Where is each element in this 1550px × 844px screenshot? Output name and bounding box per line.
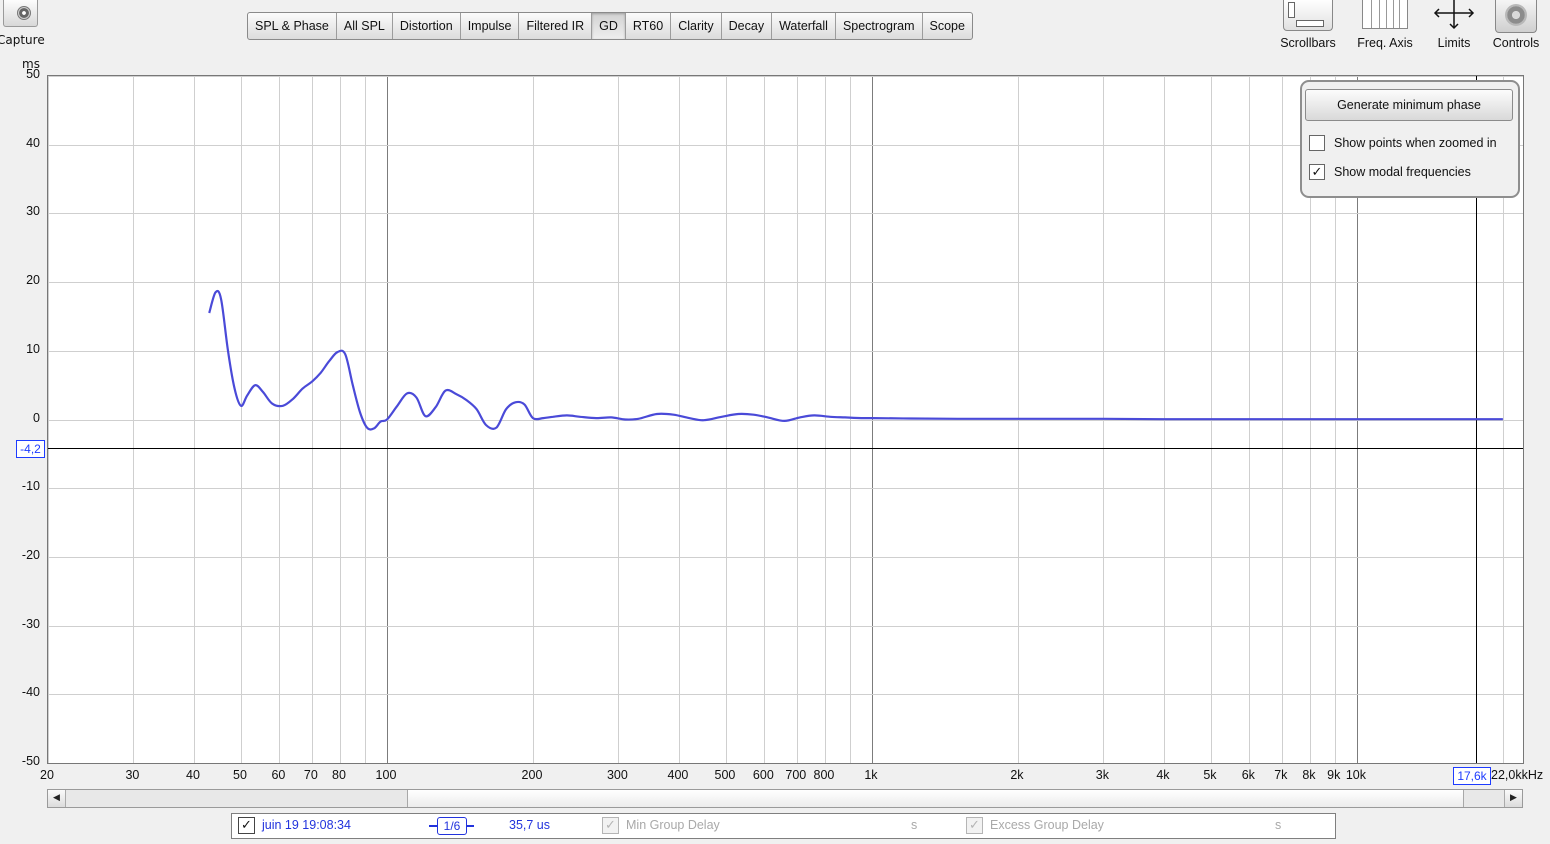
controls-button[interactable]: Controls: [1493, 0, 1539, 50]
x-tick-label: 9k: [1327, 768, 1341, 782]
tab-rt60[interactable]: RT60: [626, 13, 672, 39]
freq-axis-button[interactable]: Freq. Axis: [1352, 0, 1418, 50]
x-tick-label: 8k: [1302, 768, 1316, 782]
tab-clarity[interactable]: Clarity: [671, 13, 722, 39]
x-tick-label: 300: [606, 768, 628, 782]
x-tick-label: 800: [813, 768, 835, 782]
scrollbars-icon: [1283, 0, 1333, 31]
measurement-legend: ✓ juin 19 19:08:34 1/6 35,7 us ✓ Min Gro…: [231, 813, 1336, 839]
min-group-delay-unit: s: [911, 818, 918, 832]
measurement-checkbox[interactable]: ✓: [238, 817, 255, 834]
y-tick-label: -40: [21, 685, 40, 700]
excess-group-delay-label: Excess Group Delay: [990, 818, 1104, 832]
tab-distortion[interactable]: Distortion: [393, 13, 461, 39]
x-tick-label-max: 22,0k: [1491, 768, 1522, 782]
tab-decay[interactable]: Decay: [722, 13, 773, 39]
tab-all-spl[interactable]: All SPL: [337, 13, 393, 39]
smoothing-line-right: [466, 825, 474, 827]
x-tick-label: 40: [186, 768, 200, 782]
smoothing-line-left: [429, 825, 437, 827]
y-tick-label: 40: [26, 135, 40, 150]
y-tick-label: -10: [21, 479, 40, 494]
x-tick-label: 2k: [1010, 768, 1024, 782]
x-tick-label: 1k: [864, 768, 878, 782]
cursor-value: 35,7 us: [509, 818, 551, 832]
x-tick-label: 3k: [1095, 768, 1109, 782]
cursor-y-readout: -4,2: [16, 440, 45, 458]
scrollbar-thumb[interactable]: [407, 790, 1464, 807]
y-tick-label: 50: [26, 67, 40, 81]
show-modal-option[interactable]: ✓ Show modal frequencies: [1309, 164, 1471, 180]
scrollbars-button[interactable]: Scrollbars: [1277, 0, 1339, 50]
gear-icon: [1495, 0, 1537, 33]
excess-group-delay-checkbox[interactable]: ✓: [966, 817, 983, 834]
min-group-delay-label: Min Group Delay: [626, 818, 720, 832]
x-tick-label: 600: [752, 768, 774, 782]
limits-arrows-icon: [1432, 0, 1476, 30]
x-tick-label: 6k: [1241, 768, 1255, 782]
limits-label: Limits: [1437, 36, 1471, 50]
controls-label: Controls: [1492, 36, 1540, 50]
tab-impulse[interactable]: Impulse: [461, 13, 520, 39]
y-tick-label: 20: [26, 273, 40, 288]
scroll-left-button[interactable]: ◀: [48, 790, 66, 807]
tab-filtered-ir[interactable]: Filtered IR: [519, 13, 593, 39]
capture-button[interactable]: Capture: [0, 0, 45, 52]
show-points-checkbox[interactable]: [1309, 135, 1325, 151]
capture-button-frame[interactable]: [3, 0, 38, 27]
generate-minimum-phase-button[interactable]: Generate minimum phase: [1305, 89, 1513, 121]
tab-gd[interactable]: GD: [592, 13, 626, 39]
tab-waterfall[interactable]: Waterfall: [772, 13, 836, 39]
group-delay-trace-0: [208, 289, 1503, 431]
x-tick-label: 500: [714, 768, 736, 782]
x-axis-unit: 22,0kkHz: [1491, 768, 1543, 782]
graph-tabs: SPL & Phase All SPL Distortion Impulse Filte…: [247, 12, 973, 40]
tab-spectrogram[interactable]: Spectrogram: [836, 13, 923, 39]
controls-panel: Generate minimum phase Show points when …: [1300, 80, 1520, 198]
show-points-label: Show points when zoomed in: [1334, 136, 1497, 150]
show-modal-label: Show modal frequencies: [1334, 165, 1471, 179]
y-tick-label: -20: [21, 547, 40, 562]
capture-label: Capture: [0, 33, 45, 47]
cursor-x-readout: 17,6k: [1453, 767, 1491, 785]
y-tick-label: 0: [33, 410, 40, 425]
freq-axis-label: Freq. Axis: [1357, 36, 1413, 50]
scrollbars-label: Scrollbars: [1280, 36, 1336, 50]
x-tick-label: 20: [40, 768, 54, 782]
tab-spl-phase[interactable]: SPL & Phase: [248, 13, 337, 39]
x-tick-label: 400: [667, 768, 689, 782]
x-tick-label: 80: [332, 768, 346, 782]
excess-group-delay-unit: s: [1275, 818, 1282, 832]
x-tick-label: 5k: [1203, 768, 1217, 782]
x-axis-unit-label: kHz: [1521, 768, 1544, 782]
tab-scope[interactable]: Scope: [923, 13, 972, 39]
measurement-name[interactable]: juin 19 19:08:34: [262, 818, 351, 832]
x-tick-label: 4k: [1156, 768, 1170, 782]
x-tick-label: 7k: [1274, 768, 1288, 782]
y-tick-label: 10: [26, 341, 40, 356]
y-tick-label: -50: [21, 754, 40, 768]
x-tick-label: 200: [521, 768, 543, 782]
limits-button[interactable]: Limits: [1430, 0, 1478, 50]
x-tick-label: 700: [785, 768, 807, 782]
show-points-option[interactable]: Show points when zoomed in: [1309, 135, 1497, 151]
x-tick-label: 10k: [1345, 768, 1366, 782]
x-tick-label: 30: [125, 768, 140, 782]
scroll-right-button[interactable]: ▶: [1504, 790, 1522, 807]
camera-icon: [17, 6, 31, 20]
x-tick-label: 60: [271, 768, 286, 782]
smoothing-selector[interactable]: 1/6: [437, 817, 467, 835]
y-tick-label: -30: [21, 616, 40, 631]
min-group-delay-checkbox[interactable]: ✓: [602, 817, 619, 834]
x-tick-label: 50: [233, 768, 247, 782]
show-modal-checkbox[interactable]: ✓: [1309, 164, 1325, 180]
freq-axis-icon: [1362, 0, 1408, 29]
horizontal-scrollbar[interactable]: ◀ ▶: [47, 789, 1523, 808]
y-tick-label: 30: [26, 204, 40, 219]
x-tick-label: 100: [375, 768, 397, 782]
x-tick-label: 70: [303, 768, 318, 782]
